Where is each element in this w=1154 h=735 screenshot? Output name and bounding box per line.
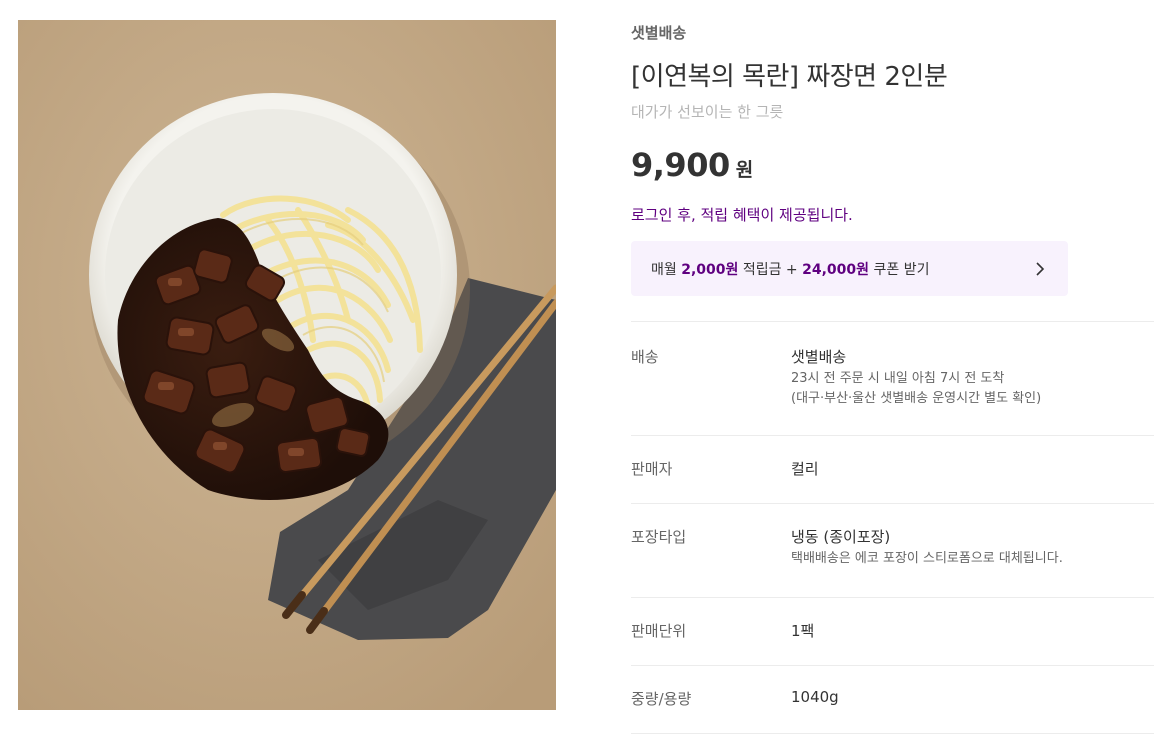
detail-label: 포장타입 (631, 528, 687, 546)
detail-row-weight: 중량/용량 1040g (631, 666, 1154, 734)
delivery-region-note: (대구·부산·울산 샛별배송 운영시간 별도 확인) (791, 391, 1042, 406)
detail-value: 컬리 (791, 460, 819, 478)
price-unit: 원 (735, 159, 754, 181)
detail-value: 1040g (791, 688, 839, 706)
detail-row-seller: 판매자 컬리 (631, 436, 1154, 504)
detail-label: 판매자 (631, 460, 673, 478)
detail-value: 냉동 (종이포장) 택배배송은 에코 포장이 스티로폼으로 대체됩니다. (791, 526, 1063, 569)
detail-row-packaging: 포장타입 냉동 (종이포장) 택배배송은 에코 포장이 스티로폼으로 대체됩니다… (631, 504, 1154, 598)
login-benefit-note: 로그인 후, 적립 혜택이 제공됩니다. (631, 206, 853, 224)
product-image (18, 20, 556, 710)
detail-label: 중량/용량 (631, 690, 692, 708)
chevron-right-icon (1034, 261, 1046, 277)
detail-value: 1팩 (791, 622, 815, 640)
product-title: [이연복의 목란] 짜장면 2인분 (631, 62, 948, 92)
product-info-panel: 샛별배송 [이연복의 목란] 짜장면 2인분 대가가 선보이는 한 그릇 9,9… (631, 0, 1154, 735)
detail-value: 샛별배송 23시 전 주문 시 내일 아침 7시 전 도착 (대구·부산·울산 … (791, 346, 1041, 409)
product-price: 9,900 원 (631, 146, 753, 184)
coupon-banner-button[interactable]: 매월 2,000원 적립금 + 24,000원 쿠폰 받기 (631, 241, 1068, 296)
coupon-points: 2,000원 (681, 261, 739, 278)
coupon-amount: 24,000원 (802, 261, 870, 278)
product-details-table: 배송 샛별배송 23시 전 주문 시 내일 아침 7시 전 도착 (대구·부산·… (631, 321, 1154, 734)
coupon-banner-text: 매월 2,000원 적립금 + 24,000원 쿠폰 받기 (651, 261, 930, 278)
detail-label: 배송 (631, 348, 659, 366)
detail-row-sales-unit: 판매단위 1팩 (631, 598, 1154, 666)
product-subtitle: 대가가 선보이는 한 그릇 (631, 103, 784, 121)
delivery-type-tag: 샛별배송 (631, 24, 687, 42)
price-amount: 9,900 (631, 146, 730, 184)
packaging-note: 택배배송은 에코 포장이 스티로폼으로 대체됩니다. (791, 551, 1063, 566)
detail-label: 판매단위 (631, 622, 687, 640)
delivery-time-note: 23시 전 주문 시 내일 아침 7시 전 도착 (791, 371, 1005, 386)
detail-row-delivery: 배송 샛별배송 23시 전 주문 시 내일 아침 7시 전 도착 (대구·부산·… (631, 322, 1154, 436)
